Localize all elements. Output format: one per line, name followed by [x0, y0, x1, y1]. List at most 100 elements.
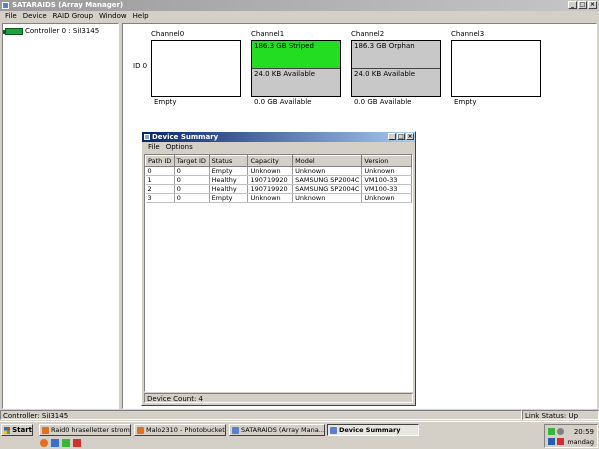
segment-label: 24.0 KB Available: [254, 70, 316, 78]
dialog-icon: [144, 134, 150, 140]
window-title: SATARAIDS (Array Manager): [12, 1, 124, 9]
menu-raid-group[interactable]: RAID Group: [50, 11, 96, 22]
column-header-version[interactable]: Version: [361, 155, 412, 167]
cell-version: VM100-33: [361, 184, 412, 194]
cell-version: Unknown: [361, 166, 412, 176]
cell-path-id: 2: [145, 184, 175, 194]
striped-volume-segment[interactable]: 186.3 GB Striped: [252, 41, 340, 69]
channel-label: Channel3: [451, 30, 485, 38]
taskbar: Start Raid0 hraselletter stromb... Malo2…: [0, 421, 599, 449]
column-header-path-id[interactable]: Path ID: [145, 155, 175, 167]
dialog-menubar: File Options: [142, 142, 415, 152]
cell-status: Healthy: [209, 175, 249, 185]
available-segment[interactable]: 24.0 KB Available: [252, 69, 340, 79]
slot-caption: Empty: [454, 98, 477, 106]
clock[interactable]: 20:59: [574, 428, 594, 436]
cell-model: Unknown: [292, 166, 363, 176]
channel-label: Channel1: [251, 30, 285, 38]
channel2-slot[interactable]: 186.3 GB Orphan 24.0 KB Available: [351, 40, 441, 97]
app-icon: [330, 427, 337, 434]
network-tray-icon[interactable]: [548, 428, 555, 435]
table-row[interactable]: 1 0 Healthy 190719920 SAMSUNG SP2004C VM…: [145, 175, 412, 185]
column-header-status[interactable]: Status: [208, 155, 249, 167]
close-button[interactable]: ×: [588, 1, 597, 9]
desktop-quicklaunch-icon[interactable]: [62, 439, 70, 447]
dialog-maximize-button[interactable]: □: [397, 133, 405, 140]
channel3-slot[interactable]: [451, 40, 541, 97]
cell-version: Unknown: [361, 193, 412, 203]
windows-logo-icon: [4, 426, 11, 434]
dialog-titlebar[interactable]: Device Summary _ □ ×: [142, 132, 415, 142]
cell-target-id: 0: [174, 184, 210, 194]
controller-icon: [3, 27, 23, 35]
menu-help[interactable]: Help: [130, 11, 152, 22]
channel-label: Channel0: [151, 30, 185, 38]
tree-item-controller[interactable]: Controller 0 : SiI3145: [3, 27, 100, 35]
cell-version: VM100-33: [361, 175, 412, 185]
column-header-capacity[interactable]: Capacity: [247, 155, 294, 167]
firefox-quicklaunch-icon[interactable]: [40, 439, 48, 447]
task-label: Device Summary: [339, 426, 401, 434]
status-link: Link Status: Up: [522, 410, 599, 420]
dialog-menu-file[interactable]: File: [145, 142, 163, 152]
window-titlebar[interactable]: SATARAIDS (Array Manager) _ □ ×: [0, 0, 599, 11]
taskbar-button-raid0[interactable]: Raid0 hraselletter stromb...: [39, 424, 131, 436]
ie-quicklaunch-icon[interactable]: [51, 439, 59, 447]
device-summary-window[interactable]: Device Summary _ □ × File Options Path I…: [141, 131, 416, 406]
orphan-volume-segment[interactable]: 186.3 GB Orphan: [352, 41, 440, 69]
taskbar-button-sataraids[interactable]: SATARAIDS (Array Mana...: [229, 424, 325, 436]
table-row[interactable]: 2 0 Healthy 190719920 SAMSUNG SP2004C VM…: [145, 184, 412, 194]
controller-tree[interactable]: Controller 0 : SiI3145: [2, 23, 119, 409]
cell-target-id: 0: [174, 166, 210, 176]
device-table: Path ID Target ID Status Capacity Model …: [145, 155, 412, 203]
segment-label: 186.3 GB Orphan: [354, 42, 415, 50]
column-header-target-id[interactable]: Target ID: [173, 155, 210, 167]
dialog-minimize-button[interactable]: _: [388, 133, 396, 140]
cell-model: SAMSUNG SP2004C: [292, 175, 363, 185]
antivirus-tray-icon[interactable]: [557, 438, 564, 445]
dialog-close-button[interactable]: ×: [406, 133, 414, 140]
slot-caption: 0.0 GB Available: [254, 98, 312, 106]
menu-file[interactable]: File: [2, 11, 20, 22]
taskbar-button-photobucket[interactable]: Malo2310 - Photobucket...: [134, 424, 226, 436]
menu-window[interactable]: Window: [96, 11, 130, 22]
status-controller: Controller: SiI3145: [0, 410, 522, 420]
device-table-container[interactable]: Path ID Target ID Status Capacity Model …: [144, 154, 413, 392]
minimize-button[interactable]: _: [568, 1, 577, 9]
quick-launch: [40, 439, 81, 447]
segment-label: 186.3 GB Striped: [254, 42, 314, 50]
channel1-slot[interactable]: 186.3 GB Striped 24.0 KB Available: [251, 40, 341, 97]
cell-status: Healthy: [209, 184, 249, 194]
cell-status: Empty: [209, 193, 249, 203]
tray-icon[interactable]: [548, 438, 555, 445]
taskbar-button-device-summary[interactable]: Device Summary: [327, 424, 419, 436]
available-segment[interactable]: 24.0 KB Available: [352, 69, 440, 79]
firefox-icon: [137, 427, 144, 434]
slot-caption: Empty: [154, 98, 177, 106]
menu-device[interactable]: Device: [20, 11, 50, 22]
cell-model: Unknown: [292, 193, 363, 203]
controller-label: Controller 0 : SiI3145: [25, 27, 100, 35]
maximize-button[interactable]: □: [578, 1, 587, 9]
cell-capacity: 190719920: [247, 175, 294, 185]
app-icon: [2, 2, 9, 9]
task-label: Raid0 hraselletter stromb...: [51, 426, 130, 434]
table-row[interactable]: 0 0 Empty Unknown Unknown Unknown: [145, 166, 412, 176]
table-row[interactable]: 3 0 Empty Unknown Unknown Unknown: [145, 193, 412, 203]
app-quicklaunch-icon[interactable]: [73, 439, 81, 447]
start-button[interactable]: Start: [1, 424, 33, 436]
volume-tray-icon[interactable]: [557, 428, 564, 435]
status-bar: Controller: SiI3145 Link Status: Up: [0, 410, 599, 420]
id-label: ID 0: [133, 62, 148, 70]
table-header-row: Path ID Target ID Status Capacity Model …: [145, 155, 412, 167]
column-header-model[interactable]: Model: [292, 155, 363, 167]
cell-target-id: 0: [174, 193, 210, 203]
firefox-icon: [42, 427, 49, 434]
cell-path-id: 3: [145, 193, 175, 203]
cell-capacity: 190719920: [247, 184, 294, 194]
dialog-menu-options[interactable]: Options: [163, 142, 196, 152]
cell-model: SAMSUNG SP2004C: [292, 184, 363, 194]
cell-status: Empty: [209, 166, 249, 176]
slot-caption: 0.0 GB Available: [354, 98, 412, 106]
channel0-slot[interactable]: [151, 40, 241, 97]
